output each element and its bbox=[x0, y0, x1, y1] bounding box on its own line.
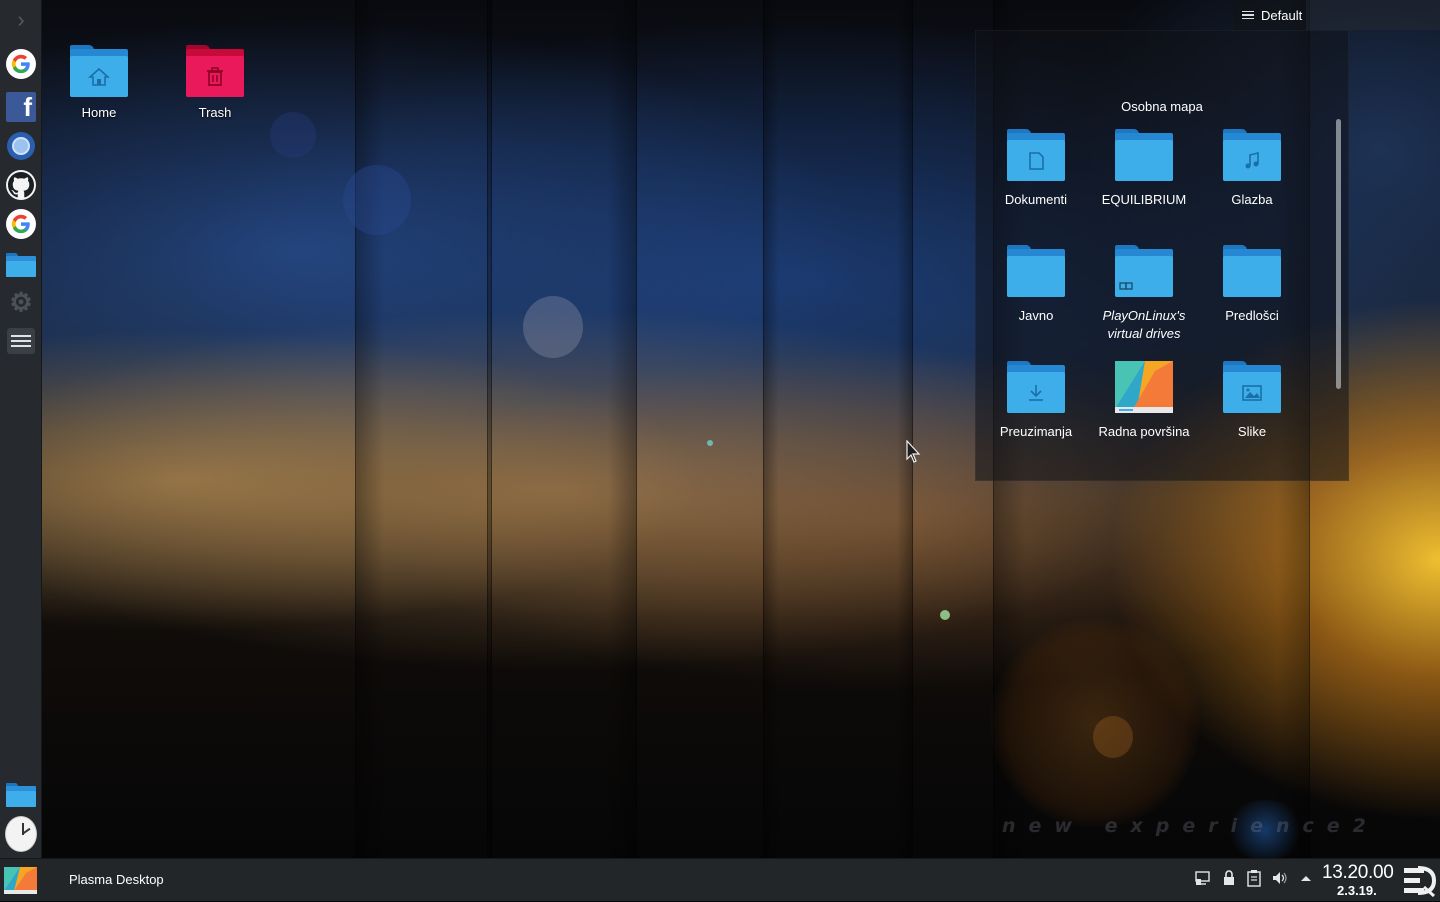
desktop-icon-label: Home bbox=[81, 105, 117, 120]
dock-expand-chevron-icon[interactable]: › bbox=[10, 8, 32, 32]
google-icon bbox=[6, 49, 36, 79]
folder-view-scrollbar[interactable] bbox=[1336, 119, 1341, 389]
show-desktop-icon[interactable] bbox=[1402, 865, 1437, 898]
wallpaper-streak bbox=[487, 0, 492, 858]
desktop-folder-icon bbox=[1115, 361, 1173, 413]
pictures-folder-icon bbox=[1223, 361, 1281, 413]
desktop-icon-trash[interactable]: Trash bbox=[165, 45, 265, 120]
folder-item-label: Glazba bbox=[1231, 192, 1273, 207]
clock-date[interactable]: 2.3.19. bbox=[1337, 883, 1377, 898]
dock-kde-launcher[interactable]: ⚙ bbox=[5, 286, 37, 318]
folder-item[interactable]: Javno bbox=[982, 245, 1090, 325]
left-dock-panel: › f ⚙ bbox=[0, 0, 42, 900]
link-folder-icon bbox=[1115, 245, 1173, 297]
application-launcher-icon[interactable] bbox=[4, 867, 37, 894]
taskbar-window-title[interactable]: Plasma Desktop bbox=[69, 872, 164, 887]
folder-item-label: Slike bbox=[1237, 424, 1267, 439]
expand-arrow-icon[interactable] bbox=[1299, 869, 1313, 891]
bokeh-light bbox=[1093, 716, 1133, 758]
trash-folder-icon bbox=[186, 45, 244, 97]
folder-item[interactable]: Radna površina bbox=[1090, 361, 1198, 441]
desktop-icon-label: Trash bbox=[198, 105, 232, 120]
dock-chromium-launcher[interactable] bbox=[5, 130, 37, 162]
dock-folder-launcher[interactable] bbox=[5, 779, 37, 811]
chromium-icon bbox=[7, 132, 35, 160]
desktop-icon-home[interactable]: Home bbox=[49, 45, 149, 120]
google-icon bbox=[6, 209, 36, 239]
folder-item-label: EQUILIBRIUM bbox=[1101, 192, 1187, 207]
folder-icon bbox=[1223, 245, 1281, 297]
folder-item-label: PlayOnLinux's virtual drives bbox=[1102, 308, 1186, 341]
bottom-panel: Plasma Desktop 13.20.00 2.3.19. bbox=[0, 858, 1440, 901]
wallpaper-streak bbox=[763, 0, 913, 858]
dock-facebook-launcher[interactable]: f bbox=[5, 91, 37, 123]
clipboard-icon[interactable] bbox=[1246, 869, 1262, 891]
dock-github-launcher[interactable] bbox=[5, 169, 37, 201]
folder-view-title[interactable]: Osobna mapa bbox=[976, 99, 1348, 114]
clock-icon bbox=[5, 816, 37, 852]
dock-google-launcher-2[interactable] bbox=[5, 208, 37, 240]
folder-item[interactable]: Dokumenti bbox=[982, 129, 1090, 209]
folder-item[interactable]: PlayOnLinux's virtual drives bbox=[1090, 245, 1198, 343]
mouse-cursor-icon bbox=[906, 440, 921, 463]
bokeh-light bbox=[990, 618, 1200, 828]
folder-item-label: Dokumenti bbox=[1004, 192, 1068, 207]
github-icon bbox=[6, 170, 36, 200]
folder-item[interactable]: Predlošci bbox=[1198, 245, 1306, 325]
dock-google-launcher[interactable] bbox=[5, 48, 37, 80]
folder-item-label: Predlošci bbox=[1225, 308, 1279, 323]
hamburger-menu-icon bbox=[1242, 9, 1254, 22]
volume-icon[interactable] bbox=[1271, 869, 1289, 891]
folder-item-label: Javno bbox=[1018, 308, 1054, 323]
folder-item-label: Preuzimanja bbox=[999, 424, 1073, 439]
bokeh-light bbox=[940, 610, 950, 620]
lock-icon[interactable] bbox=[1221, 869, 1237, 891]
folder-view-layout-button[interactable]: Default bbox=[1233, 0, 1306, 30]
dock-file-manager-launcher[interactable] bbox=[5, 249, 37, 281]
settings-icon bbox=[7, 328, 35, 354]
bokeh-light bbox=[270, 112, 316, 158]
folder-icon bbox=[6, 783, 36, 807]
documents-folder-icon bbox=[1007, 129, 1065, 181]
music-folder-icon bbox=[1223, 129, 1281, 181]
panel-edge bbox=[1306, 0, 1440, 30]
wallpaper-text: new experience2 bbox=[1002, 815, 1379, 837]
layout-label: Default bbox=[1261, 7, 1303, 23]
folder-item[interactable]: EQUILIBRIUM bbox=[1090, 129, 1198, 209]
bokeh-light bbox=[343, 165, 411, 235]
downloads-folder-icon bbox=[1007, 361, 1065, 413]
dock-settings-launcher[interactable] bbox=[5, 325, 37, 357]
folder-icon bbox=[1007, 245, 1065, 297]
home-folder-icon bbox=[70, 45, 128, 97]
kde-gear-icon: ⚙ bbox=[9, 287, 33, 317]
display-icon[interactable] bbox=[1194, 869, 1212, 891]
facebook-icon: f bbox=[6, 92, 36, 122]
folder-view-widget: Osobna mapa Dokumenti EQUILIBRIUM Glazba… bbox=[975, 30, 1349, 481]
folder-icon bbox=[6, 253, 36, 277]
bokeh-light bbox=[707, 440, 713, 446]
dock-clock-launcher[interactable] bbox=[5, 816, 37, 852]
folder-item[interactable]: Slike bbox=[1198, 361, 1306, 441]
folder-item-label: Radna površina bbox=[1098, 424, 1190, 439]
wallpaper-streak bbox=[355, 0, 637, 858]
folder-item[interactable]: Preuzimanja bbox=[982, 361, 1090, 441]
clock-time[interactable]: 13.20.00 bbox=[1322, 862, 1394, 884]
bokeh-light bbox=[523, 296, 583, 358]
folder-item[interactable]: Glazba bbox=[1198, 129, 1306, 209]
folder-icon bbox=[1115, 129, 1173, 181]
